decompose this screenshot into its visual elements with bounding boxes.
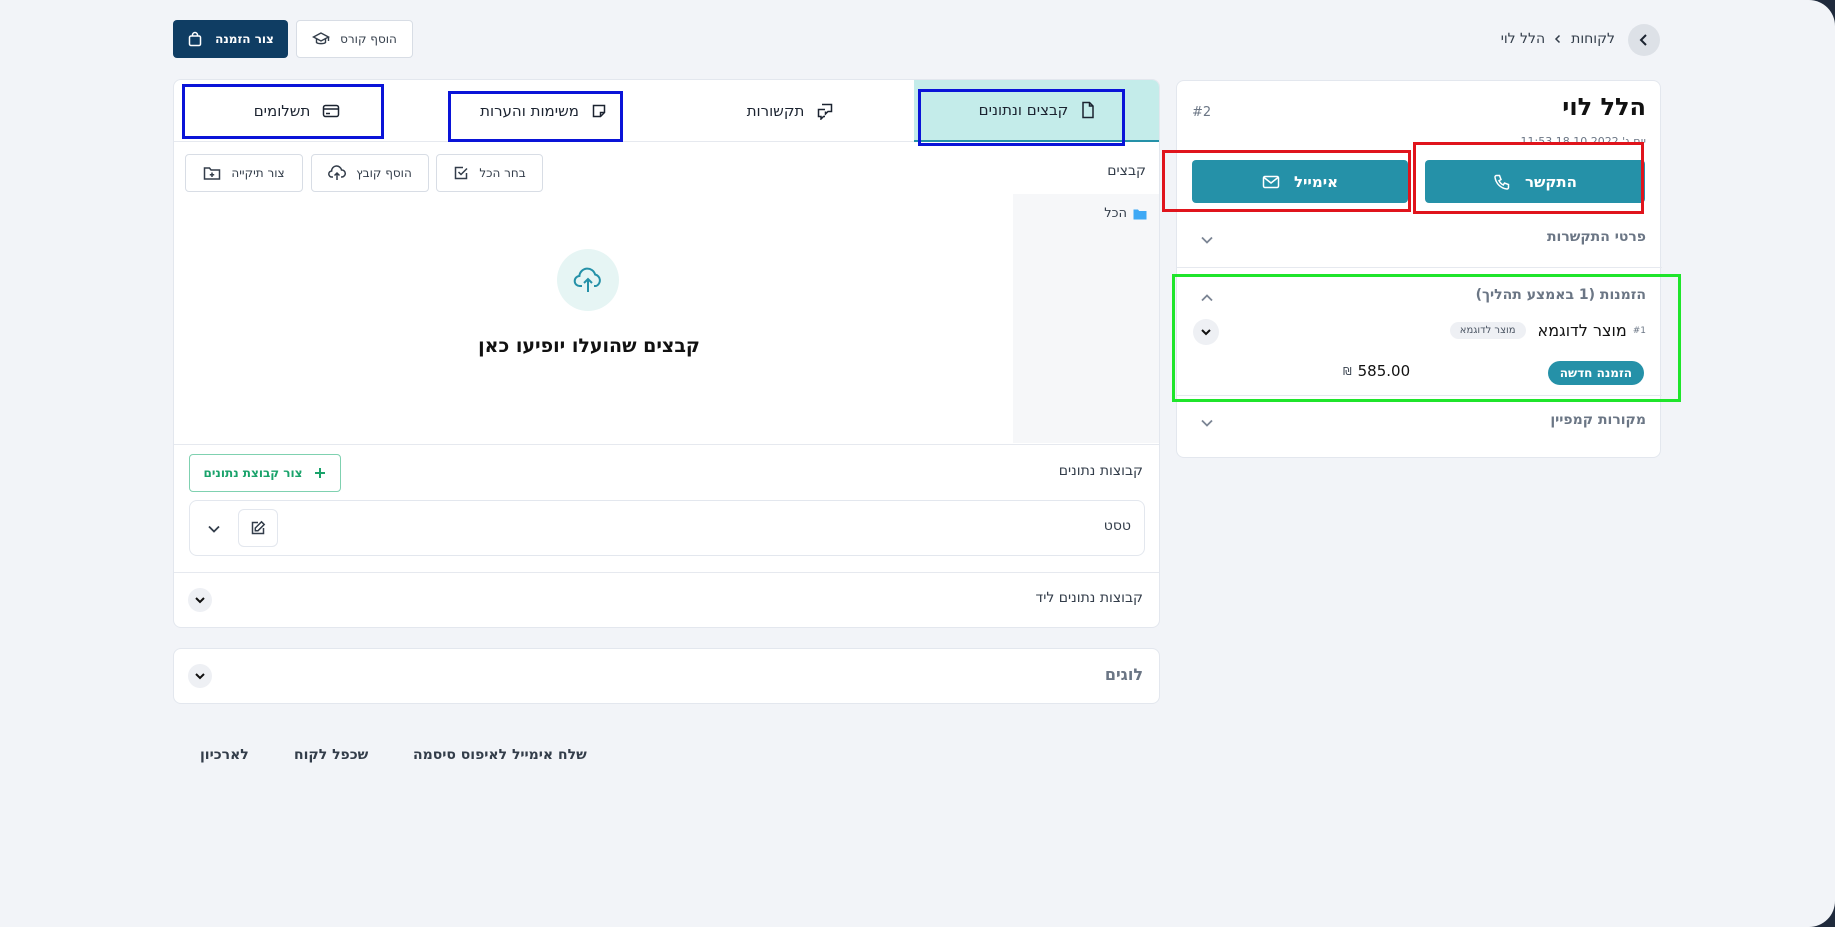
logs-title[interactable]: לוגים [1105,665,1143,684]
chevron-left-icon [1637,33,1651,47]
campaign-sources-toggle[interactable] [1195,411,1219,435]
folder-sidebar: הכל [1013,194,1159,443]
divider [1177,267,1662,268]
logs-toggle[interactable] [188,664,212,688]
create-order-label: צור הזמנה [215,32,274,46]
checkbox-icon [453,165,469,181]
create-folder-label: צור תיקייה [231,166,285,180]
breadcrumb: לקוחות הלל לוי [1480,28,1615,50]
breadcrumb-current: הלל לוי [1500,31,1546,47]
campaign-sources-title[interactable]: מקורות קמפיין [1550,412,1646,428]
main-panel: קבצים ונתונים תקשורות משימות והערות תשלו… [173,79,1160,628]
chevron-down-icon [1200,235,1214,245]
files-section-title: קבצים [1107,163,1146,179]
highlight-tab-tasks [448,91,623,142]
folder-plus-icon [203,165,221,181]
cloud-upload-icon [573,266,603,294]
folder-icon [1133,208,1147,220]
duplicate-customer-link[interactable]: שכפל לקוח [294,747,368,763]
highlight-tab-payments [182,84,384,139]
breadcrumb-parent[interactable]: לקוחות [1571,31,1615,47]
back-button[interactable] [1628,24,1660,56]
select-all-label: בחר הכל [479,166,526,180]
archive-link[interactable]: לארכיון [200,747,249,763]
app-window: צור הזמנה הוסף קורס לקוחות הלל לוי הלל ל… [0,0,1835,927]
create-order-button[interactable]: צור הזמנה [173,20,288,58]
customer-name: הלל לוי [1562,93,1646,121]
divider [174,444,1159,445]
highlight-orders [1172,274,1681,402]
plus-icon [314,467,326,479]
divider [174,572,1159,573]
highlight-call [1413,142,1644,214]
chevron-separator-icon [1553,34,1563,44]
chevron-down-icon [1200,418,1214,428]
contact-details-title[interactable]: פרטי התקשרות [1547,229,1646,245]
add-course-button[interactable]: הוסף קורס [296,20,413,58]
shopping-bag-icon [187,31,203,47]
edit-icon [250,520,266,536]
add-file-button[interactable]: הוסף קובץ [311,154,429,192]
create-dataset-label: צור קבוצת נתונים [203,466,303,480]
files-empty-text: קבצים שהועלו יופיעו כאן [478,335,700,357]
edit-dataset-button[interactable] [238,509,278,547]
cloud-upload-icon [328,165,347,181]
chevron-down-icon [207,524,221,534]
contact-details-toggle[interactable] [1195,228,1219,252]
lead-datasets-title[interactable]: קבוצות נתונים ליד [1036,590,1143,606]
reset-password-link[interactable]: שלח אימייל לאיפוס סיסמה [413,747,587,763]
chevron-down-icon [194,596,206,605]
upload-placeholder [557,249,619,311]
dataset-item[interactable]: טסט [189,500,1145,556]
dataset-item-name: טסט [1103,518,1131,534]
highlight-tab-files [918,89,1125,146]
graduation-cap-icon [312,31,331,47]
highlight-email [1162,150,1411,212]
datasets-section-title: קבוצות נתונים [1058,463,1143,479]
customer-id: #2 [1192,105,1212,120]
tab-communications[interactable]: תקשורות [667,80,914,142]
folder-all[interactable]: הכל [1104,206,1147,221]
logs-card: לוגים [173,648,1160,704]
chat-icon [816,102,834,120]
folder-all-label: הכל [1104,206,1127,221]
select-all-button[interactable]: בחר הכל [436,154,543,192]
add-file-label: הוסף קובץ [356,166,412,180]
tab-label: תקשורות [746,102,805,120]
add-course-label: הוסף קורס [340,32,397,46]
create-dataset-button[interactable]: צור קבוצת נתונים [189,454,341,492]
create-folder-button[interactable]: צור תיקייה [185,154,303,192]
chevron-down-icon [194,672,206,681]
lead-datasets-toggle[interactable] [188,588,212,612]
dataset-expand-toggle[interactable] [202,517,226,541]
